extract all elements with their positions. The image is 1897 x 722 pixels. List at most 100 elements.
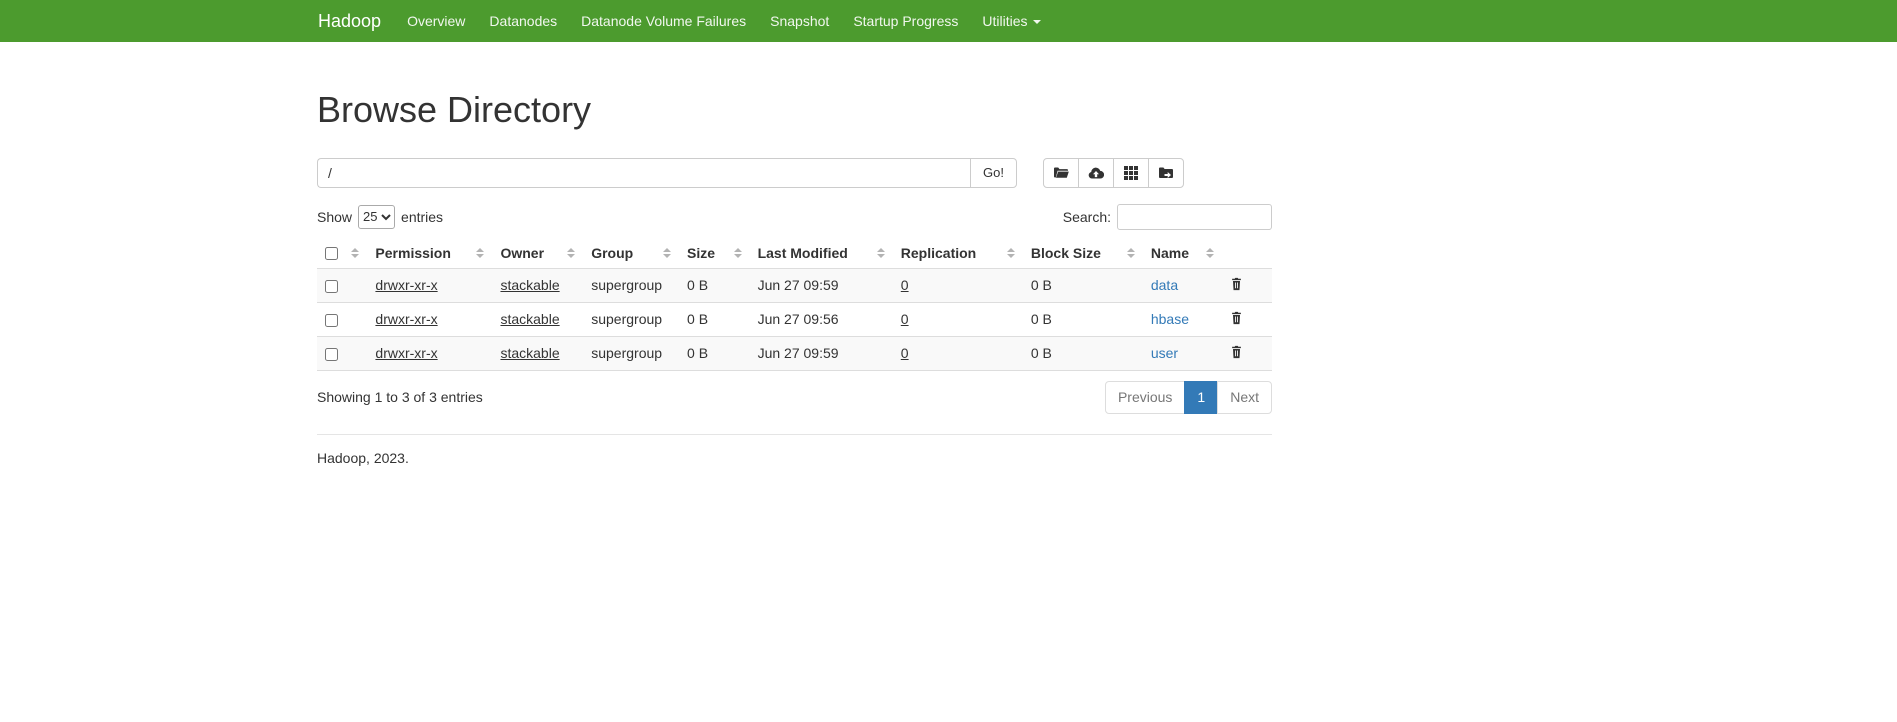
go-button[interactable]: Go! [970, 158, 1017, 188]
show-label: Show [317, 209, 352, 225]
directory-listing-table: Permission Owner Group Size Last Modifie… [317, 238, 1272, 371]
trash-icon [1230, 345, 1243, 359]
row-checkbox[interactable] [325, 348, 338, 361]
replication-cell[interactable]: 0 [901, 311, 909, 327]
delete-button[interactable] [1230, 345, 1243, 359]
page-title: Browse Directory [317, 90, 1272, 130]
last-modified-cell: Jun 27 09:56 [750, 302, 893, 336]
explorer-toolbar [1043, 158, 1184, 188]
sort-icon [1206, 248, 1214, 258]
replication-cell[interactable]: 0 [901, 345, 909, 361]
column-label: Replication [901, 245, 976, 261]
page-size-control: Show 25 entries [317, 205, 443, 229]
column-header-permission[interactable]: Permission [367, 238, 492, 269]
grid-view-button[interactable] [1113, 158, 1149, 188]
pagination-next-button[interactable]: Next [1217, 381, 1272, 415]
column-header-actions [1222, 238, 1272, 269]
create-directory-button[interactable] [1043, 158, 1079, 188]
column-label: Size [687, 245, 715, 261]
table-row: drwxr-xr-x stackable supergroup 0 B Jun … [317, 302, 1272, 336]
block-size-cell: 0 B [1023, 302, 1143, 336]
owner-cell[interactable]: stackable [500, 277, 559, 293]
group-cell: supergroup [591, 345, 662, 361]
column-header-replication[interactable]: Replication [893, 238, 1023, 269]
pagination-previous-button[interactable]: Previous [1105, 381, 1185, 415]
sort-icon [877, 248, 885, 258]
column-header-last-modified[interactable]: Last Modified [750, 238, 893, 269]
pagination-page-1-button[interactable]: 1 [1184, 381, 1218, 415]
trash-icon [1230, 311, 1243, 325]
sort-icon [476, 248, 484, 258]
column-header-name[interactable]: Name [1143, 238, 1222, 269]
owner-cell[interactable]: stackable [500, 311, 559, 327]
row-checkbox[interactable] [325, 280, 338, 293]
pagination: Previous 1 Next [1105, 381, 1272, 415]
owner-cell[interactable]: stackable [500, 345, 559, 361]
nav-item-datanodes[interactable]: Datanodes [477, 0, 569, 42]
footer-divider [317, 434, 1272, 435]
size-cell: 0 B [679, 302, 750, 336]
column-label: Last Modified [758, 245, 848, 261]
sort-icon [1127, 248, 1135, 258]
last-modified-cell: Jun 27 09:59 [750, 336, 893, 370]
column-header-block-size[interactable]: Block Size [1023, 238, 1143, 269]
column-label: Group [591, 245, 633, 261]
column-header-group[interactable]: Group [583, 238, 679, 269]
nav-item-startup-progress[interactable]: Startup Progress [841, 0, 970, 42]
directory-link[interactable]: hbase [1151, 311, 1189, 327]
footer-text: Hadoop, 2023. [317, 450, 1272, 466]
nav-item-datanode-volume-failures[interactable]: Datanode Volume Failures [569, 0, 758, 42]
grid-icon [1124, 166, 1138, 180]
size-cell: 0 B [679, 268, 750, 302]
row-checkbox[interactable] [325, 314, 338, 327]
column-header-owner[interactable]: Owner [492, 238, 583, 269]
folder-move-icon [1158, 166, 1174, 180]
table-info: Showing 1 to 3 of 3 entries [317, 389, 483, 405]
group-cell: supergroup [591, 277, 662, 293]
column-label: Permission [375, 245, 450, 261]
column-header-select-all[interactable] [317, 238, 367, 269]
folder-open-icon [1053, 166, 1069, 180]
cloud-upload-icon [1088, 166, 1104, 180]
block-size-cell: 0 B [1023, 268, 1143, 302]
directory-link[interactable]: data [1151, 277, 1178, 293]
table-footer: Showing 1 to 3 of 3 entries Previous 1 N… [317, 381, 1272, 415]
sort-icon [734, 248, 742, 258]
search-control: Search: [1063, 204, 1272, 230]
sort-icon [1007, 248, 1015, 258]
sort-icon [351, 248, 359, 258]
group-cell: supergroup [591, 311, 662, 327]
size-cell: 0 B [679, 336, 750, 370]
delete-button[interactable] [1230, 311, 1243, 325]
main-content: Browse Directory Go! [317, 90, 1272, 466]
chevron-down-icon [1033, 20, 1041, 24]
table-header-row: Permission Owner Group Size Last Modifie… [317, 238, 1272, 269]
path-input-group: Go! [317, 158, 1017, 188]
nav-item-overview[interactable]: Overview [395, 0, 477, 42]
search-input[interactable] [1117, 204, 1272, 230]
column-header-size[interactable]: Size [679, 238, 750, 269]
permission-cell[interactable]: drwxr-xr-x [375, 277, 437, 293]
upload-files-button[interactable] [1078, 158, 1114, 188]
nav-item-utilities[interactable]: Utilities [970, 0, 1052, 42]
sort-icon [567, 248, 575, 258]
replication-cell[interactable]: 0 [901, 277, 909, 293]
select-all-checkbox[interactable] [325, 247, 338, 260]
delete-button[interactable] [1230, 277, 1243, 291]
column-label: Block Size [1031, 245, 1101, 261]
last-modified-cell: Jun 27 09:59 [750, 268, 893, 302]
navbar: Hadoop Overview Datanodes Datanode Volum… [0, 0, 1897, 42]
search-label: Search: [1063, 209, 1111, 225]
directory-path-input[interactable] [317, 158, 970, 188]
nav-item-snapshot[interactable]: Snapshot [758, 0, 841, 42]
permission-cell[interactable]: drwxr-xr-x [375, 345, 437, 361]
explorer-bar: Go! [317, 158, 1272, 188]
block-size-cell: 0 B [1023, 336, 1143, 370]
permission-cell[interactable]: drwxr-xr-x [375, 311, 437, 327]
page-size-select[interactable]: 25 [358, 205, 395, 229]
directory-link[interactable]: user [1151, 345, 1178, 361]
brand-link[interactable]: Hadoop [318, 0, 381, 42]
column-label: Name [1151, 245, 1189, 261]
table-row: drwxr-xr-x stackable supergroup 0 B Jun … [317, 268, 1272, 302]
move-files-button[interactable] [1148, 158, 1184, 188]
